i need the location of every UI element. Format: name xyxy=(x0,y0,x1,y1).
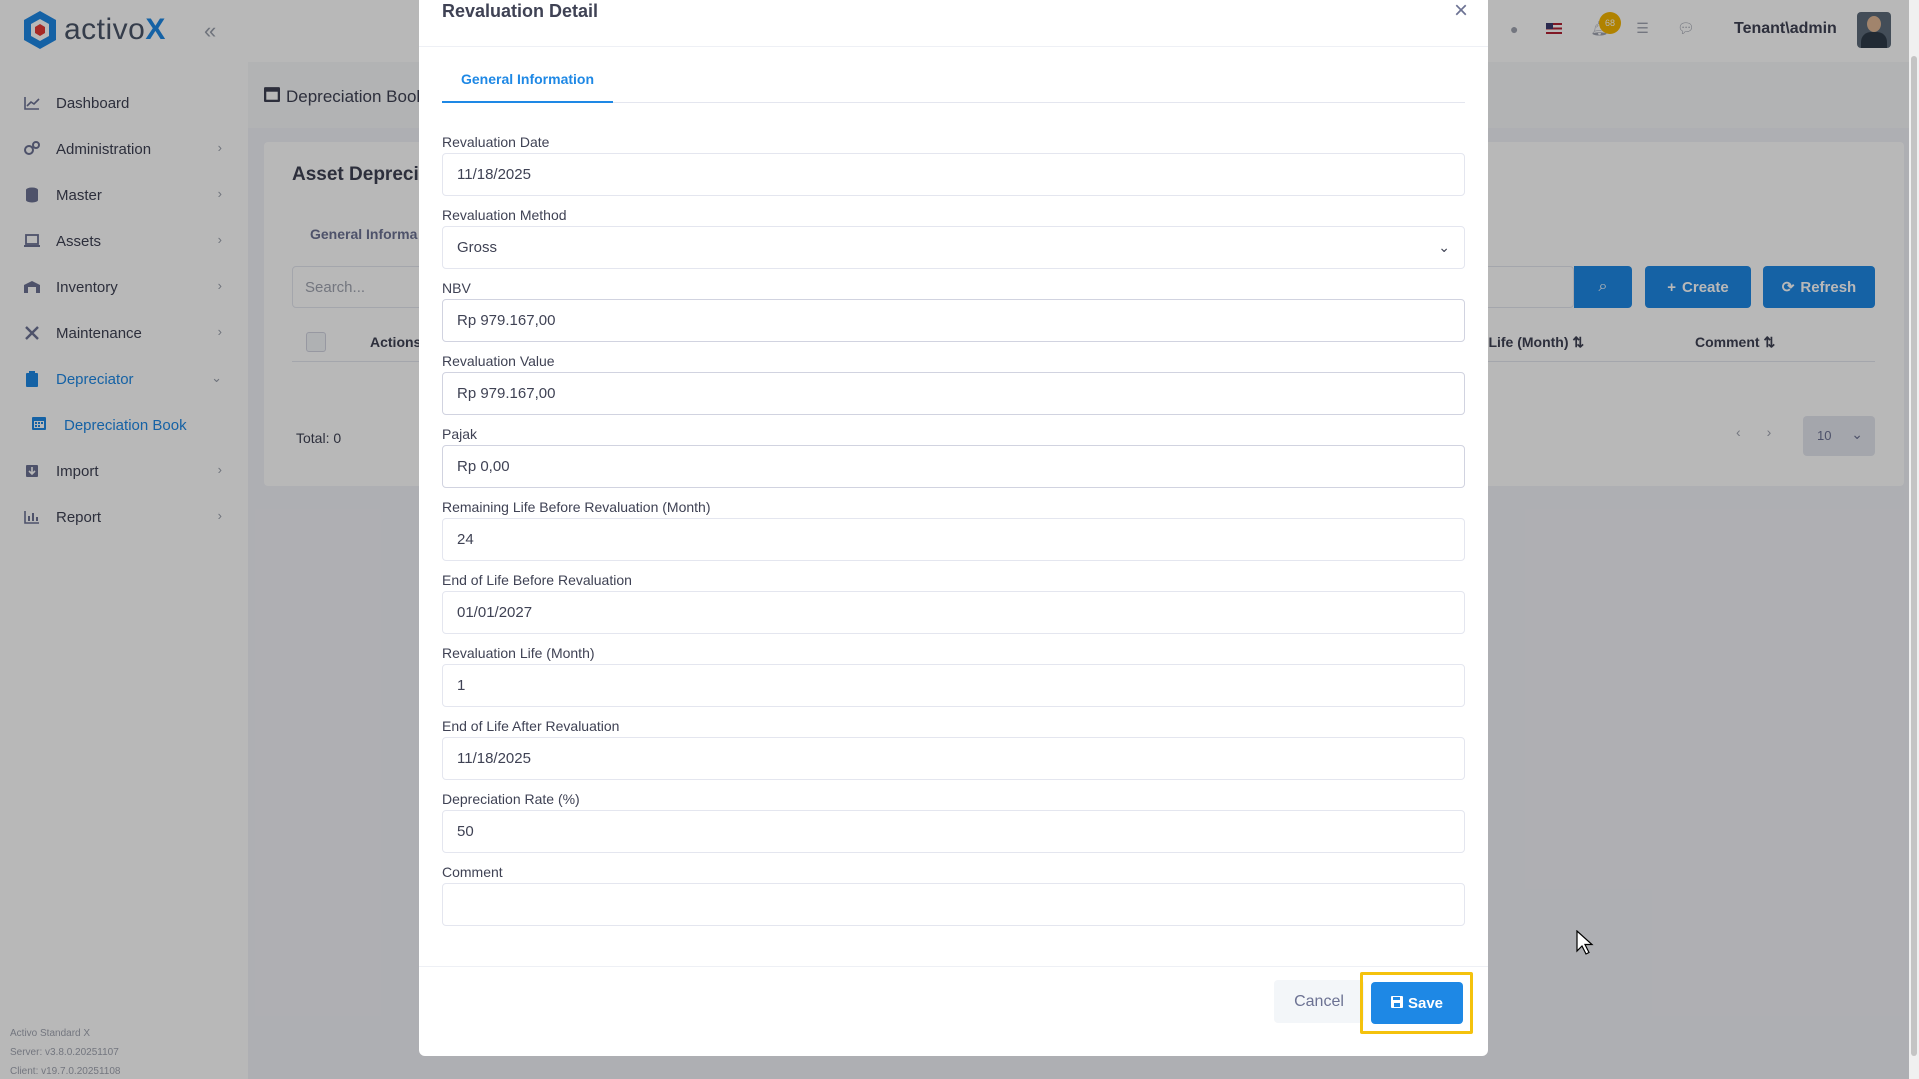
revaluation-life-input[interactable]: 1 xyxy=(442,664,1465,707)
scrollbar-thumb[interactable] xyxy=(1911,56,1917,1056)
depreciation-rate-label: Depreciation Rate (%) xyxy=(442,791,580,807)
divider xyxy=(419,966,1488,967)
revaluation-method-value: Gross xyxy=(457,239,498,256)
pajak-input[interactable]: Rp 0,00 xyxy=(442,445,1465,488)
divider xyxy=(419,46,1488,47)
depreciation-rate-input[interactable]: 50 xyxy=(442,810,1465,853)
cancel-button[interactable]: Cancel xyxy=(1274,980,1364,1023)
end-of-life-before-input[interactable]: 01/01/2027 xyxy=(442,591,1465,634)
revaluation-value-input[interactable]: Rp 979.167,00 xyxy=(442,372,1465,415)
end-of-life-before-label: End of Life Before Revaluation xyxy=(442,572,632,588)
pajak-label: Pajak xyxy=(442,426,478,442)
nbv-input[interactable]: Rp 979.167,00 xyxy=(442,299,1465,342)
save-button[interactable]: Save xyxy=(1371,982,1463,1024)
comment-input[interactable] xyxy=(442,883,1465,926)
revaluation-value-label: Revaluation Value xyxy=(442,353,555,369)
revaluation-life-label: Revaluation Life (Month) xyxy=(442,645,595,661)
revaluation-detail-modal: Revaluation Detail × General Information… xyxy=(419,0,1488,1056)
revaluation-date-input[interactable]: 11/18/2025 xyxy=(442,153,1465,196)
tab-general-information[interactable]: General Information xyxy=(442,56,613,103)
close-icon[interactable]: × xyxy=(1449,0,1473,24)
floppy-disk-icon xyxy=(1390,995,1403,1012)
revaluation-method-label: Revaluation Method xyxy=(442,207,567,223)
chevron-down-icon: ⌄ xyxy=(1438,239,1450,255)
revaluation-method-select[interactable]: Gross ⌄ xyxy=(442,226,1465,269)
modal-tabs: General Information xyxy=(442,56,1465,103)
revaluation-date-label: Revaluation Date xyxy=(442,134,550,150)
modal-title: Revaluation Detail xyxy=(442,1,599,21)
end-of-life-after-input[interactable]: 11/18/2025 xyxy=(442,737,1465,780)
nbv-label: NBV xyxy=(442,280,471,296)
end-of-life-after-label: End of Life After Revaluation xyxy=(442,718,620,734)
comment-label: Comment xyxy=(442,864,503,880)
save-label: Save xyxy=(1407,994,1444,1012)
mouse-cursor-icon xyxy=(1576,930,1594,955)
remaining-life-input[interactable]: 24 xyxy=(442,518,1465,561)
remaining-life-label: Remaining Life Before Revaluation (Month… xyxy=(442,499,711,515)
